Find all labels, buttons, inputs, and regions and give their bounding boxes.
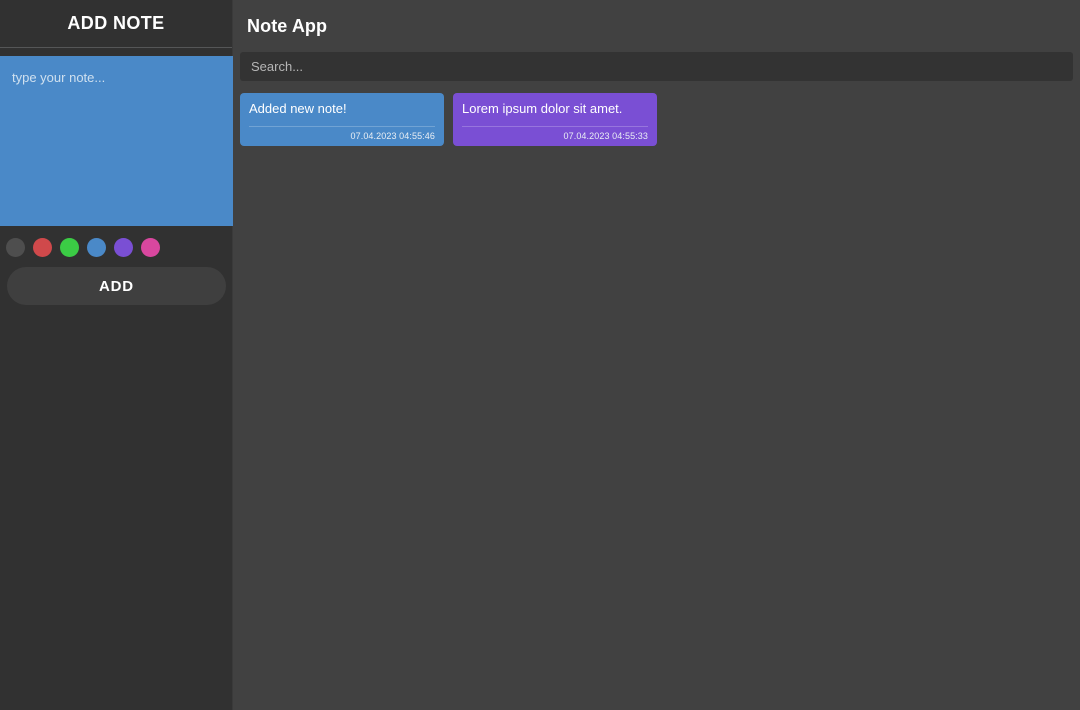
search-input[interactable] xyxy=(240,52,1073,81)
note-text: Added new note! xyxy=(249,101,347,116)
notes-grid: Added new note! 07.04.2023 04:55:46 Lorem … xyxy=(233,81,1080,710)
color-swatch-blue[interactable] xyxy=(87,238,106,257)
color-swatch-gray[interactable] xyxy=(6,238,25,257)
note-date: 07.04.2023 04:55:33 xyxy=(563,131,648,141)
sidebar-title: ADD NOTE xyxy=(67,13,165,33)
color-swatch-pink[interactable] xyxy=(141,238,160,257)
note-input[interactable] xyxy=(0,56,233,226)
note-footer: 07.04.2023 04:55:46 xyxy=(249,126,435,141)
note-card[interactable]: Added new note! 07.04.2023 04:55:46 xyxy=(240,93,444,146)
note-input-container xyxy=(0,48,233,226)
sidebar: ADD NOTE ADD xyxy=(0,0,233,710)
note-text: Lorem ipsum dolor sit amet. xyxy=(462,101,623,116)
app-root: ADD NOTE ADD Note App Added new note! 07.… xyxy=(0,0,1080,710)
add-note-button[interactable]: ADD xyxy=(7,267,226,305)
note-card[interactable]: Lorem ipsum dolor sit amet. 07.04.2023 04… xyxy=(453,93,657,146)
color-swatch-red[interactable] xyxy=(33,238,52,257)
page-title: Note App xyxy=(247,15,328,36)
note-date: 07.04.2023 04:55:46 xyxy=(350,131,435,141)
main-header: Note App xyxy=(233,0,1080,52)
sidebar-header: ADD NOTE xyxy=(0,0,232,48)
note-footer: 07.04.2023 04:55:33 xyxy=(462,126,648,141)
color-swatch-purple[interactable] xyxy=(114,238,133,257)
search-container xyxy=(233,52,1080,81)
color-swatch-green[interactable] xyxy=(60,238,79,257)
color-swatch-row xyxy=(0,226,232,267)
main-panel: Note App Added new note! 07.04.2023 04:55… xyxy=(233,0,1080,710)
add-button-container: ADD xyxy=(0,267,232,305)
